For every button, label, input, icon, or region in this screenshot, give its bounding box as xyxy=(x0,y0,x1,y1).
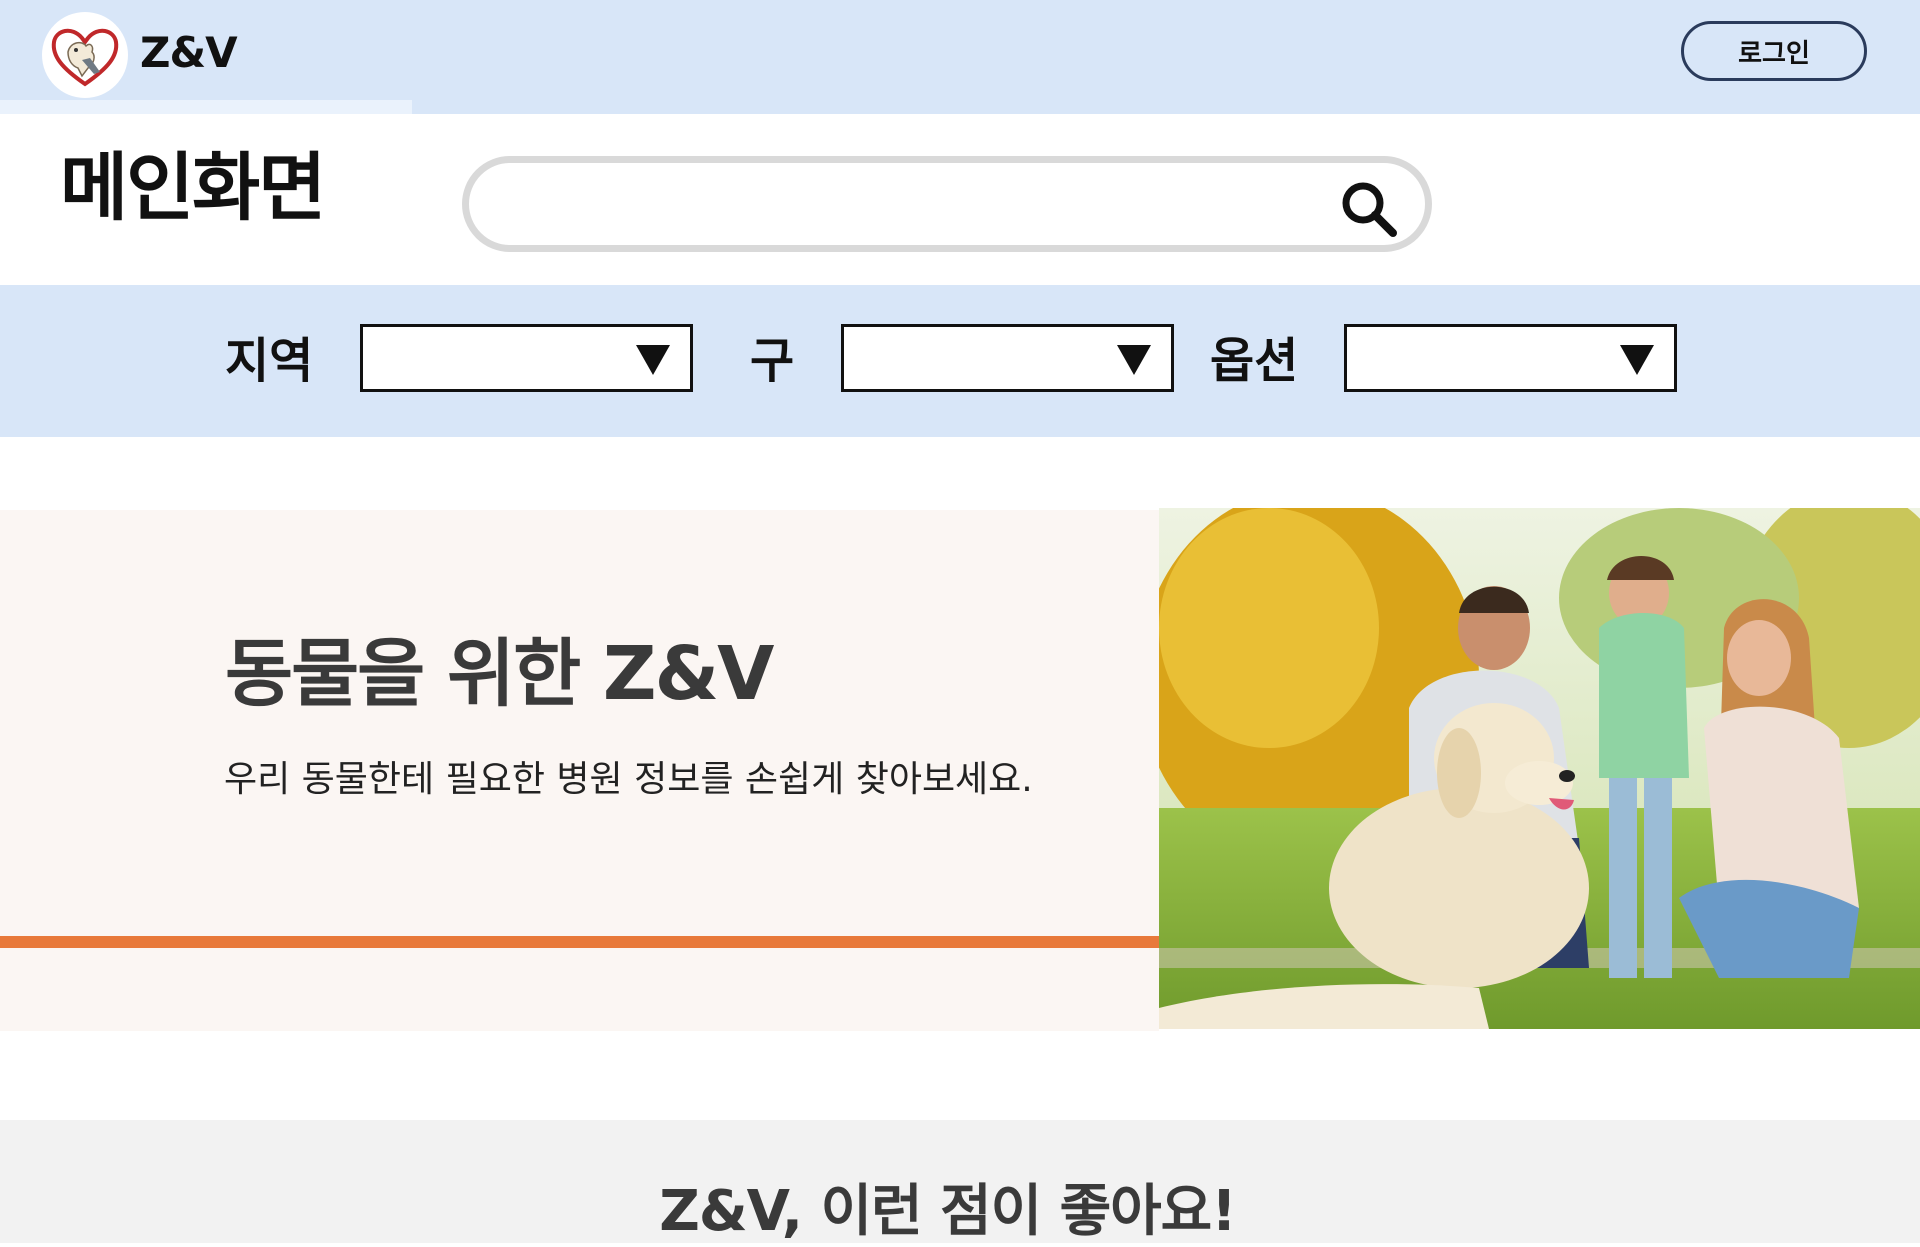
district-label: 구 xyxy=(750,333,795,389)
brand-name[interactable]: Z&V xyxy=(140,28,238,77)
top-header: Z&V 로그인 xyxy=(0,0,1920,114)
hero-banner: 동물을 위한 Z&V 우리 동물한테 필요한 병원 정보를 손쉽게 찾아보세요. xyxy=(0,510,1159,1031)
dropdown-arrow-icon xyxy=(1117,345,1151,375)
option-label: 옵션 xyxy=(1210,333,1299,389)
search-input[interactable] xyxy=(499,181,1323,229)
family-with-golden-retriever-photo xyxy=(1159,508,1920,1029)
dropdown-arrow-icon xyxy=(1620,345,1654,375)
filter-bar: 지역 구 옵션 xyxy=(0,285,1920,437)
features-section: Z&V, 이런 점이 좋아요! xyxy=(0,1120,1920,1244)
header-strip xyxy=(0,100,412,114)
hero-accent-line xyxy=(0,936,1159,948)
district-select[interactable] xyxy=(841,324,1174,392)
region-label: 지역 xyxy=(225,333,314,389)
logo[interactable] xyxy=(42,12,128,98)
option-select[interactable] xyxy=(1344,324,1677,392)
region-select[interactable] xyxy=(360,324,693,392)
page-title: 메인화면 xyxy=(60,145,326,231)
heart-dog-logo-icon xyxy=(43,13,127,97)
search-icon[interactable] xyxy=(1337,177,1401,241)
features-title: Z&V, 이런 점이 좋아요! xyxy=(659,1179,1237,1244)
dropdown-arrow-icon xyxy=(636,345,670,375)
hero-photo xyxy=(1159,508,1920,1029)
search-bar xyxy=(462,156,1432,252)
login-button[interactable]: 로그인 xyxy=(1681,21,1867,81)
hero-subtext: 우리 동물한테 필요한 병원 정보를 손쉽게 찾아보세요. xyxy=(224,759,1033,800)
hero-heading: 동물을 위한 Z&V xyxy=(225,631,774,717)
